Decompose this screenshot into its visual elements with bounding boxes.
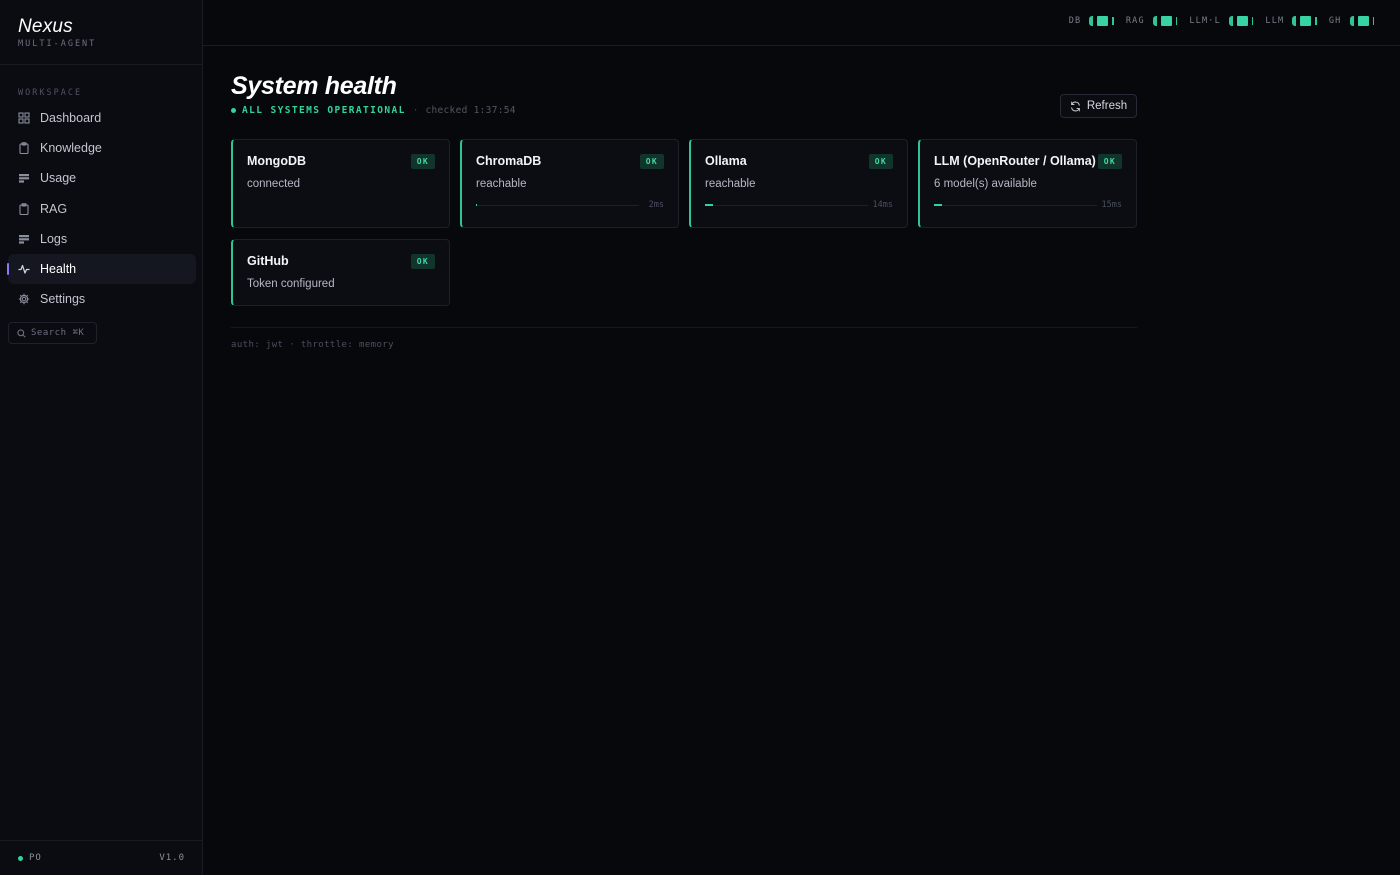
- sidebar-nav: Dashboard Knowledge Usage RAG Logs Healt…: [7, 103, 196, 314]
- pulse-icon: [18, 263, 30, 275]
- service-card-mongodb[interactable]: MongoDB OK connected: [231, 139, 450, 228]
- latency-bar-fill: [705, 204, 713, 206]
- search-button[interactable]: Search ⌘K: [8, 322, 97, 344]
- indicator-llm-local[interactable]: LLM·L: [1189, 16, 1254, 26]
- indicator-label: RAG: [1125, 16, 1145, 26]
- divider: [231, 327, 1137, 328]
- service-detail: connected: [247, 178, 301, 190]
- sidebar-item-usage[interactable]: Usage: [8, 163, 196, 193]
- status-badge: OK: [1097, 154, 1122, 169]
- indicator-bar: [1349, 16, 1374, 26]
- search-icon: [17, 328, 26, 338]
- sidebar-item-label: Health: [40, 261, 77, 276]
- service-card-github[interactable]: GitHub OK Token configured: [231, 239, 450, 306]
- sidebar-item-label: Dashboard: [40, 111, 102, 125]
- search-label: Search: [31, 328, 67, 338]
- indicator-gh[interactable]: GH: [1329, 16, 1374, 26]
- service-name: LLM (OpenRouter / Ollama): [934, 154, 1096, 168]
- brand-subtitle: MULTI-AGENT: [18, 39, 97, 49]
- checked-time: checked 1:37:54: [425, 105, 516, 116]
- indicator-label: LLM·L: [1189, 16, 1221, 26]
- brand-name: Nexus: [18, 16, 73, 37]
- sidebar-item-label: RAG: [40, 201, 68, 216]
- search-shortcut: ⌘K: [72, 328, 85, 338]
- indicator-bar: [1152, 16, 1178, 26]
- status-dot: [18, 855, 23, 861]
- sidebar-item-health[interactable]: Health: [7, 253, 196, 284]
- refresh-icon: [1070, 101, 1081, 112]
- clipboard-icon: [18, 202, 30, 215]
- sidebar-item-knowledge[interactable]: Knowledge: [8, 133, 196, 163]
- indicator-llm[interactable]: LLM: [1265, 16, 1317, 26]
- chart-icon: [18, 172, 30, 184]
- latency-bar-fill: [934, 204, 943, 206]
- indicator-bar: [1228, 16, 1254, 26]
- topbar: DB RAG LLM·L LLM GH: [203, 0, 1400, 46]
- service-card-llm[interactable]: LLM (OpenRouter / Ollama) OK 6 model(s) …: [918, 139, 1137, 228]
- sidebar-item-settings[interactable]: Settings: [8, 284, 196, 314]
- service-detail: reachable: [705, 178, 756, 190]
- service-detail: 6 model(s) available: [934, 178, 1037, 190]
- latency-bar: [705, 204, 868, 206]
- sidebar-item-label: Knowledge: [40, 141, 102, 156]
- status-badge: OK: [410, 154, 435, 169]
- status-text: ALL SYSTEMS OPERATIONAL: [242, 105, 406, 116]
- sidebar-item-rag[interactable]: RAG: [8, 194, 196, 224]
- indicator-db[interactable]: DB: [1069, 16, 1114, 26]
- sidebar-item-label: Usage: [40, 171, 77, 186]
- latency-label: 15ms: [1101, 200, 1122, 210]
- service-card-ollama[interactable]: Ollama OK reachable 14ms: [689, 139, 908, 228]
- separator: ·: [412, 105, 419, 116]
- indicator-label: GH: [1328, 16, 1342, 26]
- sidebar-item-dashboard[interactable]: Dashboard: [8, 103, 196, 133]
- latency-bar: [934, 204, 1097, 206]
- sidebar-footer: PO V1.0: [0, 840, 203, 875]
- app-version: V1.0: [159, 853, 185, 863]
- indicator-rag[interactable]: RAG: [1125, 16, 1178, 26]
- indicator-label: LLM: [1265, 16, 1285, 26]
- gear-icon: [18, 293, 30, 305]
- refresh-button[interactable]: Refresh: [1060, 94, 1137, 118]
- status-badge: OK: [868, 154, 893, 169]
- sidebar-item-label: Logs: [40, 231, 68, 246]
- latency-label: 2ms: [648, 200, 664, 210]
- service-name: ChromaDB: [476, 154, 542, 168]
- indicator-bar: [1292, 16, 1317, 26]
- clipboard-icon: [18, 142, 30, 155]
- user-status[interactable]: PO: [18, 853, 42, 863]
- sidebar: Nexus MULTI-AGENT WORKSPACE Dashboard Kn…: [0, 0, 203, 875]
- user-initials: PO: [29, 853, 42, 863]
- service-detail: reachable: [476, 178, 527, 190]
- service-detail: Token configured: [247, 278, 335, 290]
- latency-label: 14ms: [872, 200, 893, 210]
- list-icon: [18, 233, 30, 245]
- service-card-chromadb[interactable]: ChromaDB OK reachable 2ms: [460, 139, 679, 228]
- sidebar-item-label: Settings: [40, 292, 86, 307]
- latency-bar-fill: [476, 204, 478, 206]
- service-name: MongoDB: [247, 154, 307, 168]
- status-badge: OK: [639, 154, 664, 169]
- status-badge: OK: [410, 254, 435, 269]
- refresh-label: Refresh: [1086, 100, 1128, 112]
- status-line: ALL SYSTEMS OPERATIONAL · checked 1:37:5…: [231, 105, 516, 116]
- brand[interactable]: Nexus MULTI-AGENT: [0, 0, 202, 65]
- service-name: Ollama: [705, 154, 747, 168]
- service-indicators: DB RAG LLM·L LLM GH: [1057, 16, 1374, 26]
- indicator-label: DB: [1068, 16, 1082, 26]
- workspace-section-label: WORKSPACE: [18, 88, 83, 98]
- page-title: System health: [231, 72, 397, 100]
- grid-icon: [18, 112, 30, 124]
- indicator-bar: [1089, 16, 1114, 26]
- service-name: GitHub: [247, 254, 289, 268]
- sidebar-item-logs[interactable]: Logs: [8, 224, 196, 254]
- latency-bar: [476, 204, 639, 206]
- status-dot: [231, 108, 236, 113]
- config-meta: auth: jwt · throttle: memory: [231, 340, 394, 350]
